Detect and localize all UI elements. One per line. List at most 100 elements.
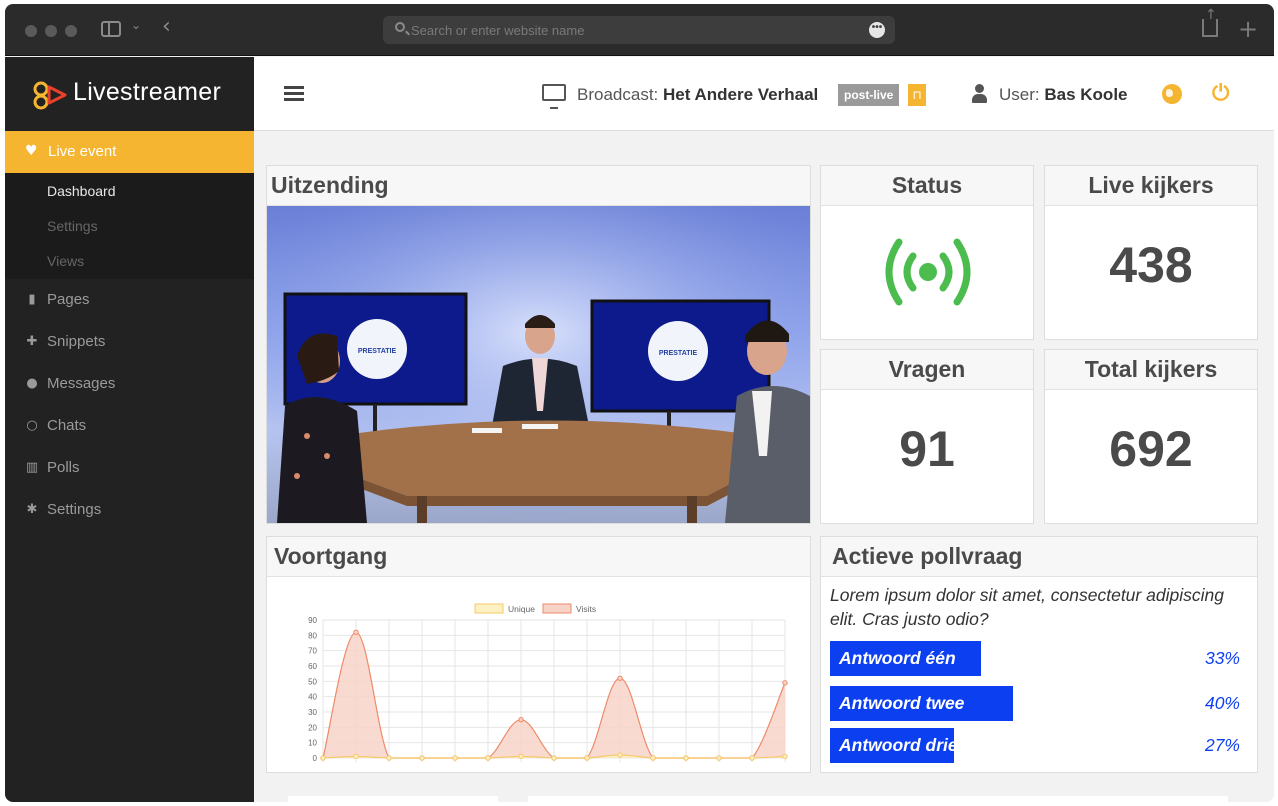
vragen-panel: Vragen 91 [820,349,1034,524]
chat-icon: ○ [26,418,38,433]
comments-icon: ● [26,376,38,391]
brand-name: Livestreamer [73,78,222,106]
nav-item-messages[interactable]: ● Messages [5,367,254,403]
nav-item-chats[interactable]: ○ Chats [5,409,254,445]
poll-answer-percentage: 27% [1204,735,1240,755]
broadcast-info: Broadcast: Het Andere Verhaal [577,85,818,105]
nav-item-label: Messages [47,375,116,392]
livestreamer-logo-icon [33,81,67,110]
nav-item-label: Chats [47,417,87,434]
y-tick-label: 30 [308,708,317,717]
browser-toolbar: ⌄ ‹ ••• + [5,4,1274,56]
address-bar[interactable]: ••• [383,16,895,44]
total-kijkers-panel: Total kijkers 692 [1044,349,1258,524]
panel-title: Voortgang [267,537,810,577]
legend-label: Unique [508,604,535,614]
voortgang-panel: Voortgang 0 10 20 30 40 50 60 70 80 90 Unique Visit… [266,536,811,773]
data-point-unique [683,755,689,761]
more-icon[interactable]: ••• [869,22,885,38]
browser-window: ⌄ ‹ ••• + Livestreamer ♥ Live event Dash… [5,4,1274,802]
data-point-unique [650,755,656,761]
screen-logo-text: PRESTATIE [358,348,397,355]
bottom-panel-edge [288,796,498,802]
poll-answer-row: Antwoord drie 27% [830,728,1250,763]
live-kijkers-panel: Live kijkers 438 [1044,165,1258,340]
panel-title: Total kijkers [1045,350,1257,390]
user-name[interactable]: Bas Koole [1044,85,1127,104]
nav-item-label: Polls [47,459,80,476]
data-point-unique [452,755,458,761]
status-badge: post-live [838,84,900,106]
nav-item-snippets[interactable]: ✚ Snippets [5,325,254,361]
voortgang-chart: 0 10 20 30 40 50 60 70 80 90 Unique Visits [308,603,788,763]
poll-answer-row: Antwoord één 33% [830,641,1250,676]
data-point-visits [617,675,623,681]
poll-answer-bar: Antwoord drie [830,728,958,763]
power-icon[interactable]: ⏻ [1212,83,1229,105]
menu-icon[interactable] [284,86,304,102]
brand[interactable]: Livestreamer [5,57,254,131]
share-icon[interactable] [1202,7,1218,37]
nav-item-pages[interactable]: ▮ Pages [5,283,254,319]
data-point-unique [419,755,425,761]
nav-item-label: Pages [47,291,90,308]
unlock-icon[interactable]: ⊓ [908,84,926,106]
y-tick-label: 80 [308,631,317,640]
total-kijkers-count: 692 [1109,421,1193,477]
poll-answer-label: Antwoord drie [839,735,958,755]
nav-item-settings[interactable]: ✱ Settings [5,493,254,529]
nav-item-label: Live event [48,143,117,160]
broadcast-name[interactable]: Het Andere Verhaal [663,85,818,104]
minimize-window-button[interactable] [45,25,57,37]
y-tick-label: 50 [308,677,317,686]
heartbeat-icon: ♥ [25,143,38,159]
subnav-item-dashboard[interactable]: Dashboard [47,183,116,199]
bottom-panel-edge [528,796,1228,802]
data-point-unique [617,752,623,758]
y-tick-label: 70 [308,647,317,656]
user-label: User: [999,85,1040,104]
data-point-unique [386,755,392,761]
legend-swatch [542,603,572,614]
y-tick-label: 0 [313,754,318,763]
video-player[interactable]: PRESTATIE PRESTATIE [267,206,810,523]
poll-panel: Actieve pollvraag Lorem ipsum dolor sit … [820,536,1258,773]
gear-icon: ✱ [26,502,38,517]
url-input[interactable] [411,20,851,40]
data-point-unique [518,753,524,760]
subnav-item-settings[interactable]: Settings [47,218,98,234]
nav-item-live-event[interactable]: ♥ Live event [5,131,254,173]
new-tab-icon[interactable]: + [1238,15,1258,43]
data-point-unique [320,755,326,761]
subnav-item-views[interactable]: Views [47,253,84,269]
data-point-visits [518,716,524,723]
user-info: User: Bas Koole [999,85,1128,105]
sidebar: Livestreamer ♥ Live event Dashboard Sett… [5,57,254,802]
nav-item-polls[interactable]: ▥ Polls [5,451,254,487]
panel-title: Vragen [821,350,1033,390]
close-window-button[interactable] [25,25,37,37]
nav-item-label: Snippets [47,333,106,350]
panel-title: Live kijkers [1045,166,1257,206]
poll-answer-row: Antwoord twee 40% [830,686,1250,721]
uitzending-panel: Uitzending PRESTATIE PRESTATIE [266,165,811,524]
legend-label: Visits [576,604,596,614]
poll-answer-percentage: 33% [1204,648,1240,668]
back-icon[interactable]: ‹ [162,14,171,39]
data-point-visits [353,629,359,635]
chevron-down-icon[interactable]: ⌄ [131,18,141,32]
broadcast-signal-icon [885,238,971,306]
data-point-unique [485,755,491,761]
video-frame: PRESTATIE PRESTATIE [267,206,810,523]
poll-question: Lorem ipsum dolor sit amet, consectetur … [830,585,1224,629]
globe-icon[interactable] [1162,84,1182,104]
data-point-unique [584,755,590,761]
sidebar-toggle-icon[interactable] [101,21,121,37]
y-tick-label: 40 [308,693,317,702]
y-tick-label: 60 [308,662,317,671]
data-point-unique [782,753,788,760]
panel-title: Status [821,166,1033,206]
data-point-unique [716,755,722,761]
zoom-window-button[interactable] [65,25,77,37]
data-point-visits [782,680,788,686]
